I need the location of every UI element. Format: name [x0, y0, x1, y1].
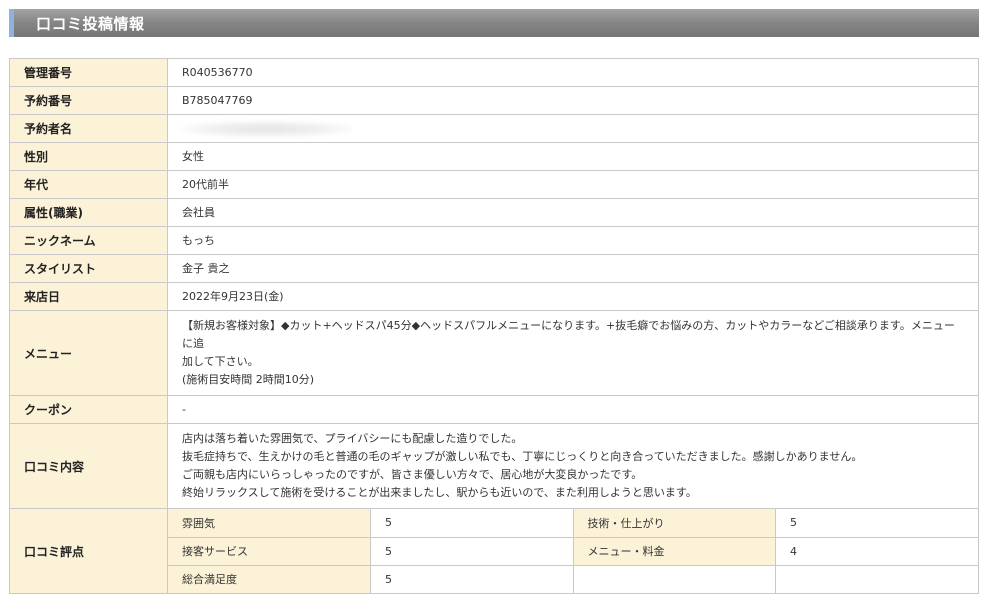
table-row: 年代 20代前半: [9, 170, 979, 199]
rating-row: 接客サービス 5 メニュー・料金 4: [168, 536, 978, 566]
table-row: 管理番号 R040536770: [9, 58, 979, 87]
rating-value-atmosphere: 5: [370, 509, 574, 538]
row-label: メニュー: [9, 310, 168, 396]
row-label: 属性(職業): [9, 198, 168, 227]
menu-line: 【新規お客様対象】◆カット+ヘッドスパ45分◆ヘッドスパフルメニューになります。…: [182, 319, 955, 350]
row-label: 性別: [9, 142, 168, 171]
nickname-value: もっち: [167, 226, 979, 255]
gender-value: 女性: [167, 142, 979, 171]
table-row: メニュー 【新規お客様対象】◆カット+ヘッドスパ45分◆ヘッドスパフルメニューに…: [9, 310, 979, 396]
table-row: 来店日 2022年9月23日(金): [9, 282, 979, 311]
table-row: 属性(職業) 会社員: [9, 198, 979, 227]
rating-label-service: 接客サービス: [168, 536, 371, 566]
reservation-number-value: B785047769: [167, 86, 979, 115]
review-info-table: 管理番号 R040536770 予約番号 B785047769 予約者名 性別 …: [9, 58, 979, 594]
table-row: スタイリスト 金子 貴之: [9, 254, 979, 283]
row-label: ニックネーム: [9, 226, 168, 255]
review-line: ご両親も店内にいらっしゃったのですが、皆さま優しい方々で、居心地が大変良かったで…: [182, 468, 643, 481]
rating-label-technique: 技術・仕上がり: [572, 509, 776, 538]
row-label: 口コミ評点: [9, 508, 168, 594]
row-label: 予約者名: [9, 114, 168, 143]
stylist-value: 金子 貴之: [167, 254, 979, 283]
row-label: 予約番号: [9, 86, 168, 115]
row-label: 年代: [9, 170, 168, 199]
occupation-value: 会社員: [167, 198, 979, 227]
age-value: 20代前半: [167, 170, 979, 199]
rating-row: 雰囲気 5 技術・仕上がり 5: [168, 509, 978, 538]
menu-line: (施術目安時間 2時間10分): [182, 373, 315, 386]
rating-label-menu-price: メニュー・料金: [572, 536, 776, 566]
reserver-name-value: [167, 114, 979, 143]
coupon-value: -: [167, 395, 979, 424]
table-row: 予約番号 B785047769: [9, 86, 979, 115]
table-row: ニックネーム もっち: [9, 226, 979, 255]
table-row: クーポン -: [9, 395, 979, 424]
redacted-name-blur: [182, 121, 352, 137]
management-number-value: R040536770: [167, 58, 979, 87]
menu-value: 【新規お客様対象】◆カット+ヘッドスパ45分◆ヘッドスパフルメニューになります。…: [167, 310, 979, 396]
rating-cell: 雰囲気 5 技術・仕上がり 5 接客サービス 5 メニュー・料金 4 総合満足度…: [167, 508, 979, 594]
section-title: 口コミ投稿情報: [36, 15, 145, 33]
review-line: 終始リラックスして施術を受けることが出来ましたし、駅からも近いので、また利用しよ…: [182, 486, 697, 499]
row-label: 口コミ内容: [9, 423, 168, 509]
row-label: 来店日: [9, 282, 168, 311]
row-label: 管理番号: [9, 58, 168, 87]
rating-value-technique: 5: [775, 509, 978, 538]
table-row: 口コミ評点 雰囲気 5 技術・仕上がり 5 接客サービス 5 メニュー・料金 4…: [9, 508, 979, 594]
rating-table: 雰囲気 5 技術・仕上がり 5 接客サービス 5 メニュー・料金 4 総合満足度…: [168, 509, 978, 593]
table-row: 口コミ内容 店内は落ち着いた雰囲気で、プライバシーにも配慮した造りでした。 抜毛…: [9, 423, 979, 509]
visit-date-value: 2022年9月23日(金): [167, 282, 979, 311]
rating-label-atmosphere: 雰囲気: [168, 509, 371, 538]
review-line: 店内は落ち着いた雰囲気で、プライバシーにも配慮した造りでした。: [182, 432, 523, 445]
row-label: スタイリスト: [9, 254, 168, 283]
table-row: 予約者名: [9, 114, 979, 143]
menu-line: 加して下さい。: [182, 355, 259, 368]
section-header: 口コミ投稿情報: [9, 9, 979, 37]
table-row: 性別 女性: [9, 142, 979, 171]
rating-value-menu-price: 4: [775, 536, 978, 566]
review-content-value: 店内は落ち着いた雰囲気で、プライバシーにも配慮した造りでした。 抜毛症持ちで、生…: [167, 423, 979, 509]
rating-value-service: 5: [370, 536, 574, 566]
row-label: クーポン: [9, 395, 168, 424]
review-line: 抜毛症持ちで、生えかけの毛と普通の毛のギャップが激しい私でも、丁寧にじっくりと向…: [182, 450, 863, 463]
